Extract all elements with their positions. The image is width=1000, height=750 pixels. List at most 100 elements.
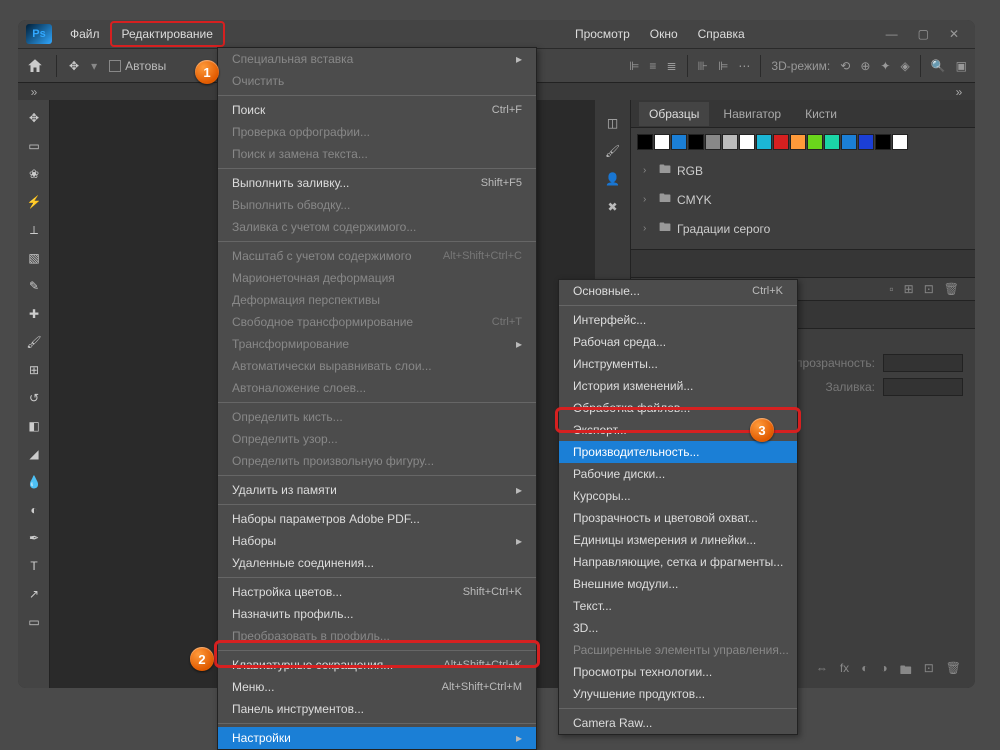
3d-icon[interactable]: ✦ xyxy=(880,59,890,73)
menu-item[interactable]: Выполнить заливку...Shift+F5 xyxy=(218,172,536,194)
swatch[interactable] xyxy=(824,134,840,150)
swatch[interactable] xyxy=(756,134,772,150)
folder-icon[interactable]: 🖿 xyxy=(900,661,912,682)
menu-item[interactable]: Курсоры... xyxy=(559,485,797,507)
heal-tool-icon[interactable]: ✚ xyxy=(18,300,50,328)
menu-item[interactable]: 3D... xyxy=(559,617,797,639)
menu-item[interactable]: Инструменты... xyxy=(559,353,797,375)
swatch[interactable] xyxy=(637,134,653,150)
marquee-tool-icon[interactable]: ▭ xyxy=(18,132,50,160)
menu-item[interactable]: Camera Raw... xyxy=(559,712,797,734)
mask-icon[interactable]: ◐ xyxy=(861,661,868,682)
menu-item[interactable]: Удаленные соединения... xyxy=(218,552,536,574)
align-icon[interactable]: ≣ xyxy=(666,59,676,73)
link-icon[interactable]: ⇔ xyxy=(816,661,828,682)
tab-brushes[interactable]: Кисти xyxy=(795,102,847,126)
home-icon[interactable] xyxy=(26,57,44,75)
adjust-icon[interactable]: ◑ xyxy=(880,661,887,682)
type-tool-icon[interactable]: T xyxy=(18,552,50,580)
tab-navigator[interactable]: Навигатор xyxy=(713,102,791,126)
folder-cmyk[interactable]: ›🖿CMYK xyxy=(637,185,969,214)
menu-item[interactable]: Рабочая среда... xyxy=(559,331,797,353)
close-icon[interactable]: ✕ xyxy=(949,27,959,41)
blur-tool-icon[interactable]: 💧 xyxy=(18,468,50,496)
tab-swatches[interactable]: Образцы xyxy=(639,102,709,126)
panel-icon[interactable]: 👤 xyxy=(605,172,620,186)
swatch[interactable] xyxy=(790,134,806,150)
3d-icon[interactable]: ◈ xyxy=(900,59,909,73)
menu-item[interactable]: Наборы параметров Adobe PDF... xyxy=(218,508,536,530)
move-tool-icon[interactable]: ✥ xyxy=(69,59,79,73)
menu-item[interactable]: Интерфейс... xyxy=(559,309,797,331)
menu-item[interactable]: Внешние модули... xyxy=(559,573,797,595)
menu-item[interactable]: Обработка файлов... xyxy=(559,397,797,419)
menu-item[interactable]: Меню...Alt+Shift+Ctrl+M xyxy=(218,676,536,698)
align-icon[interactable]: ⊫ xyxy=(629,59,639,73)
menu-item[interactable]: Направляющие, сетка и фрагменты... xyxy=(559,551,797,573)
menu-item[interactable]: Удалить из памяти▸ xyxy=(218,479,536,501)
distribute-icon[interactable]: ⊫ xyxy=(718,59,728,73)
crop-tool-icon[interactable]: ⟂ xyxy=(18,216,50,244)
minimize-icon[interactable]: — xyxy=(886,27,898,41)
menu-help[interactable]: Справка xyxy=(688,20,755,48)
filter-icon[interactable]: ▫ xyxy=(889,282,893,296)
swatch[interactable] xyxy=(705,134,721,150)
menu-item[interactable]: Прозрачность и цветовой охват... xyxy=(559,507,797,529)
menu-item[interactable]: История изменений... xyxy=(559,375,797,397)
move-tool-icon[interactable]: ✥ xyxy=(18,104,50,132)
pen-tool-icon[interactable]: ✒ xyxy=(18,524,50,552)
menu-item[interactable]: Наборы▸ xyxy=(218,530,536,552)
swatch[interactable] xyxy=(858,134,874,150)
menu-item[interactable]: Назначить профиль... xyxy=(218,603,536,625)
swatch[interactable] xyxy=(892,134,908,150)
expand-right-icon[interactable]: » xyxy=(943,83,975,100)
eraser-tool-icon[interactable]: ◧ xyxy=(18,412,50,440)
swatch[interactable] xyxy=(688,134,704,150)
workspace-icon[interactable]: ▣ xyxy=(956,59,967,73)
maximize-icon[interactable]: ▢ xyxy=(918,27,929,41)
history-brush-icon[interactable]: ↺ xyxy=(18,384,50,412)
swatch[interactable] xyxy=(722,134,738,150)
filter-icon[interactable]: ⊞ xyxy=(904,282,914,296)
swatch[interactable] xyxy=(841,134,857,150)
new-icon[interactable]: ⊡ xyxy=(924,282,934,296)
distribute-icon[interactable]: ⊪ xyxy=(698,59,708,73)
menu-item[interactable]: Просмотры технологии... xyxy=(559,661,797,683)
swatch[interactable] xyxy=(875,134,891,150)
swatch[interactable] xyxy=(671,134,687,150)
frame-tool-icon[interactable]: ▧ xyxy=(18,244,50,272)
eyedropper-tool-icon[interactable]: ✎ xyxy=(18,272,50,300)
panel-icon[interactable]: 🖌 xyxy=(605,144,620,158)
swatch[interactable] xyxy=(773,134,789,150)
3d-icon[interactable]: ⟲ xyxy=(840,59,850,73)
menu-item[interactable]: Производительность... xyxy=(559,441,797,463)
fill-field[interactable] xyxy=(883,378,963,396)
brush-tool-icon[interactable]: 🖌 xyxy=(18,328,50,356)
menu-item[interactable]: Рабочие диски... xyxy=(559,463,797,485)
folder-rgb[interactable]: ›🖿RGB xyxy=(637,156,969,185)
menu-item[interactable]: Настройки▸ xyxy=(218,727,536,749)
gradient-tool-icon[interactable]: ◢ xyxy=(18,440,50,468)
menu-item[interactable]: Текст... xyxy=(559,595,797,617)
stamp-tool-icon[interactable]: ⊞ xyxy=(18,356,50,384)
search-icon[interactable]: 🔍 xyxy=(931,59,946,73)
swatch[interactable] xyxy=(739,134,755,150)
menu-file[interactable]: Файл xyxy=(60,20,110,48)
opacity-field[interactable] xyxy=(883,354,963,372)
shape-tool-icon[interactable]: ▭ xyxy=(18,608,50,636)
menu-edit[interactable]: Редактирование xyxy=(110,21,225,47)
menu-view[interactable]: Просмотр xyxy=(565,20,640,48)
path-tool-icon[interactable]: ↗ xyxy=(18,580,50,608)
fx-icon[interactable]: fx xyxy=(840,661,849,682)
3d-icon[interactable]: ⊕ xyxy=(860,59,870,73)
auto-select-checkbox[interactable]: Автовы xyxy=(109,59,166,73)
folder-grayscale[interactable]: ›🖿Градации серого xyxy=(637,214,969,243)
menu-item[interactable]: Основные...Ctrl+K xyxy=(559,280,797,302)
trash-icon[interactable]: 🗑 xyxy=(944,282,959,296)
menu-item[interactable]: Панель инструментов... xyxy=(218,698,536,720)
menu-item[interactable]: Настройка цветов...Shift+Ctrl+K xyxy=(218,581,536,603)
panel-icon[interactable]: ✖ xyxy=(607,200,617,214)
more-icon[interactable]: ⋯ xyxy=(738,59,750,73)
swatch[interactable] xyxy=(654,134,670,150)
swatch[interactable] xyxy=(807,134,823,150)
